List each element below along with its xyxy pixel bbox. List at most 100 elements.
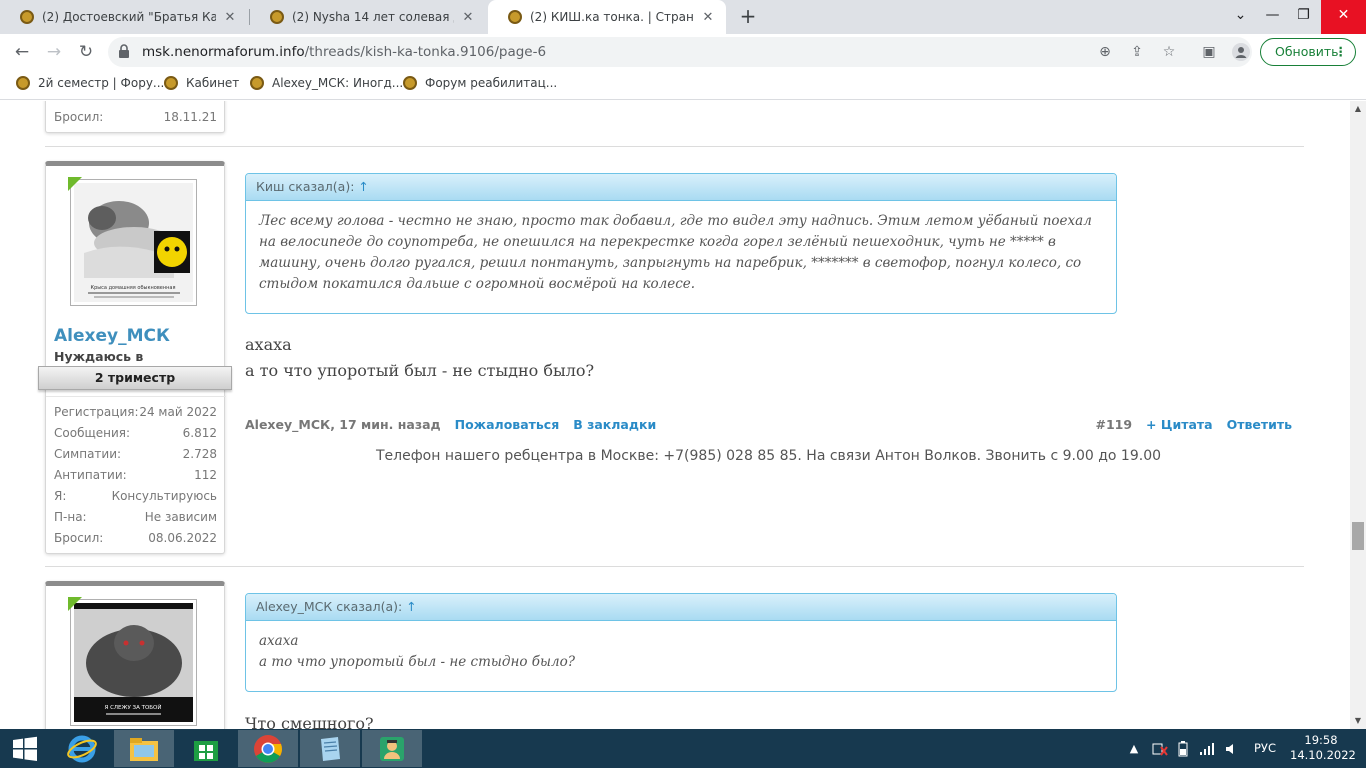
stat-value: 112 (194, 468, 217, 482)
scroll-down-arrow-icon[interactable]: ▼ (1350, 713, 1366, 729)
user-info-block-previous: Бросил: 18.11.21 (45, 101, 225, 133)
avatar-rat-image: Крыса домашняя обыкновенная (74, 183, 193, 302)
online-indicator (68, 177, 82, 191)
network-warning-icon[interactable] (1150, 729, 1170, 768)
user-info-block: Я СЛЕЖУ ЗА ТОБОЙ (45, 581, 225, 729)
start-button[interactable] (0, 730, 50, 767)
browser-tab-2[interactable]: (2) Nysha 14 лет солевая давалка ✕ (250, 0, 486, 34)
tab-title: (2) КИШ.ка тонка. | Страница 6 | Не (530, 10, 694, 24)
reply-button[interactable]: Ответить (1227, 417, 1292, 432)
close-tab-icon[interactable]: ✕ (222, 10, 238, 25)
stat-row: Регистрация: 24 май 2022 (54, 405, 217, 426)
quote-button[interactable]: + Цитата (1146, 417, 1213, 432)
close-window-button[interactable]: ✕ (1321, 0, 1366, 34)
goto-quoted-post-arrow-icon[interactable]: ↑ (406, 599, 416, 614)
language-indicator[interactable]: РУС (1248, 729, 1282, 768)
forum-favicon-icon (16, 76, 30, 90)
avatar[interactable]: Крыса домашняя обыкновенная (70, 179, 197, 306)
forward-arrow-icon[interactable]: → (41, 39, 67, 65)
windows-taskbar: ▲ РУС 19:58 14.10.2022 (0, 729, 1366, 768)
forum-favicon-icon (250, 76, 264, 90)
browser-toolbar: ← → ↻ msk.nenormaforum.info/threads/kish… (0, 34, 1366, 70)
side-panel-icon[interactable]: ▣ (1196, 39, 1222, 65)
quote-line: ахаха (259, 633, 299, 649)
post-author-time[interactable]: Alexey_МСК, 17 мин. назад (245, 417, 441, 432)
divider (46, 396, 226, 397)
report-link[interactable]: Пожаловаться (455, 417, 560, 432)
browser-tab-3-active[interactable]: (2) КИШ.ка тонка. | Страница 6 | Не ✕ (488, 0, 726, 34)
battery-icon[interactable] (1174, 729, 1192, 768)
internet-explorer-icon[interactable] (52, 730, 112, 767)
quote-author: Alexey_МСК сказал(а): (256, 599, 403, 614)
store-icon[interactable] (176, 730, 236, 767)
stat-value: 6.812 (182, 426, 217, 440)
goto-quoted-post-arrow-icon[interactable]: ↑ (358, 179, 368, 194)
tab-strip: (2) Достоевский "Братья Карамазовы" ✕ (2… (0, 0, 1366, 34)
post-number-link[interactable]: #119 (1095, 417, 1132, 432)
new-tab-button[interactable]: + (737, 6, 759, 28)
stat-value: 08.06.2022 (148, 531, 217, 545)
reload-icon[interactable]: ↻ (73, 39, 99, 65)
stat-row: Симпатии: 2.728 (54, 447, 217, 468)
post-divider (45, 566, 1304, 567)
bookmarks-bar: 2й семестр | Фору... Кабинет Alexey_МСК:… (0, 70, 1366, 100)
user-rank-ribbon: 2 триместр (38, 366, 232, 390)
back-arrow-icon[interactable]: ← (9, 39, 35, 65)
bookmark-item[interactable]: Alexey_МСК: Иногд... (250, 76, 403, 90)
bookmark-link[interactable]: В закладки (573, 417, 656, 432)
chrome-icon[interactable] (238, 730, 298, 767)
quote-author: Киш сказал(а): (256, 179, 355, 194)
forum-favicon-icon (508, 10, 522, 24)
scroll-up-arrow-icon[interactable]: ▲ (1350, 101, 1366, 117)
bookmark-item[interactable]: Кабинет (164, 76, 239, 90)
page-scrollbar[interactable]: ▲ ▼ (1350, 101, 1366, 729)
stat-row: Антипатии: 112 (54, 468, 217, 489)
message-line: а то что упоротый был - не стыдно было? (245, 361, 595, 380)
forum-favicon-icon (20, 10, 34, 24)
clock-date: 14.10.2022 (1290, 748, 1356, 762)
forum-favicon-icon (270, 10, 284, 24)
quote-header: Киш сказал(а): ↑ (246, 174, 1116, 201)
menu-dots-icon[interactable]: ⋮ (1335, 39, 1348, 65)
online-indicator (68, 597, 82, 611)
bookmark-label: Форум реабилитац... (425, 76, 558, 90)
message-line: ахаха (245, 335, 292, 354)
address-bar[interactable]: msk.nenormaforum.info/threads/kish-ka-to… (108, 37, 1252, 67)
stat-value: 24 май 2022 (139, 405, 217, 419)
restore-button[interactable]: ❐ (1281, 0, 1326, 34)
profile-avatar-icon[interactable] (1228, 39, 1254, 65)
app-person-icon[interactable] (362, 730, 422, 767)
notepad-icon[interactable] (300, 730, 360, 767)
stat-value: Консультируюсь (111, 489, 217, 503)
post-divider (45, 146, 1304, 147)
file-explorer-icon[interactable] (114, 730, 174, 767)
avatar[interactable]: Я СЛЕЖУ ЗА ТОБОЙ (70, 599, 197, 726)
zoom-icon[interactable]: ⊕ (1096, 43, 1114, 61)
bookmark-label: 2й семестр | Фору... (38, 76, 165, 90)
stat-label: Антипатии: (54, 468, 127, 482)
bookmark-item[interactable]: Форум реабилитац... (403, 76, 557, 90)
tab-title: (2) Достоевский "Братья Карамазовы" (42, 10, 216, 24)
stat-value: Не зависим (144, 510, 217, 524)
tray-expand-icon[interactable]: ▲ (1126, 729, 1142, 768)
taskbar-clock[interactable]: 19:58 14.10.2022 (1290, 733, 1356, 763)
signal-icon[interactable] (1198, 729, 1216, 768)
quote-block: Alexey_МСК сказал(а): ↑ ахаха а то что уп… (245, 593, 1117, 692)
update-chrome-button[interactable]: Обновить ⋮ (1260, 38, 1356, 66)
volume-icon[interactable] (1222, 729, 1240, 768)
bookmark-label: Alexey_МСК: Иногд... (272, 76, 404, 90)
username-link[interactable]: Alexey_МСК (54, 326, 170, 346)
forum-favicon-icon (164, 76, 178, 90)
url-text: msk.nenormaforum.info/threads/kish-ka-to… (142, 44, 547, 60)
close-tab-icon[interactable]: ✕ (460, 10, 476, 25)
scrollbar-thumb[interactable] (1352, 522, 1364, 550)
stat-label: Бросил: (54, 531, 104, 545)
browser-tab-1[interactable]: (2) Достоевский "Братья Карамазовы" ✕ (0, 0, 248, 34)
close-tab-icon[interactable]: ✕ (700, 10, 716, 25)
stat-value: 18.11.21 (163, 110, 217, 124)
stat-row: Бросил: 18.11.21 (54, 110, 217, 131)
bookmark-star-icon[interactable]: ☆ (1160, 43, 1178, 61)
user-info-block: Крыса домашняя обыкновенная Alexey_МСК Н… (38, 161, 232, 554)
bookmark-item[interactable]: 2й семестр | Фору... (16, 76, 164, 90)
share-icon[interactable]: ⇪ (1128, 43, 1146, 61)
